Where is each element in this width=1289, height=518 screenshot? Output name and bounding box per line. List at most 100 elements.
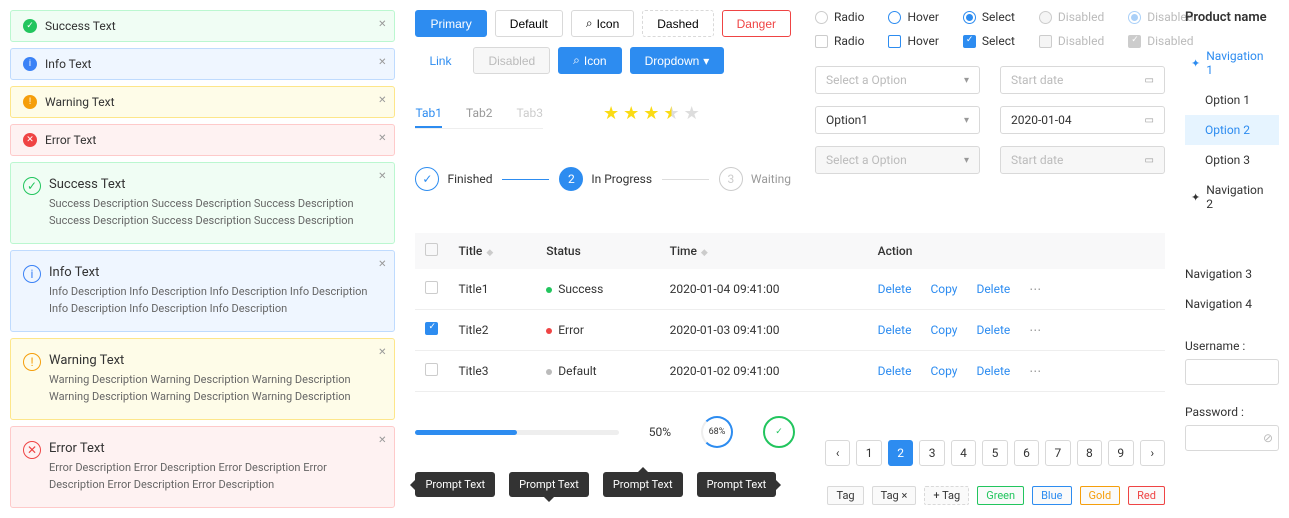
tag-red[interactable]: Red xyxy=(1128,486,1165,505)
copy-link[interactable]: Copy xyxy=(930,323,957,337)
alert-title: Info Text xyxy=(49,265,382,280)
delete-link[interactable]: Delete xyxy=(976,323,1010,337)
tag-add[interactable]: + Tag xyxy=(924,486,969,505)
nav-option-1[interactable]: Option 1 xyxy=(1185,85,1279,115)
col-action: Action xyxy=(868,233,1165,269)
nav-option-3[interactable]: Option 3 xyxy=(1185,145,1279,175)
tab-2[interactable]: Tab2 xyxy=(466,100,493,128)
tag-closable[interactable]: Tag × xyxy=(872,486,917,505)
chevron-down-icon: ▾ xyxy=(703,54,709,68)
page-8[interactable]: 8 xyxy=(1077,440,1102,466)
checkbox-default[interactable]: Radio xyxy=(815,34,864,48)
star-half-icon: ★ xyxy=(663,103,679,124)
eye-off-icon[interactable]: ⊘ xyxy=(1263,431,1273,445)
page-5[interactable]: 5 xyxy=(982,440,1007,466)
sort-icon[interactable]: ◆ xyxy=(486,248,493,258)
close-icon[interactable]: ✕ xyxy=(378,435,386,446)
tag-green[interactable]: Green xyxy=(977,486,1024,505)
alert-info: i Info Text ✕ xyxy=(10,48,395,80)
delete-link[interactable]: Delete xyxy=(878,364,912,378)
page-6[interactable]: 6 xyxy=(1014,440,1039,466)
checkbox-selected[interactable]: Select xyxy=(963,34,1015,48)
delete-link[interactable]: Delete xyxy=(976,364,1010,378)
dropdown-button[interactable]: Dropdown▾ xyxy=(630,47,725,74)
icon-button[interactable]: ⌕Icon xyxy=(571,10,634,37)
sort-icon[interactable]: ◆ xyxy=(701,248,708,258)
delete-link[interactable]: Delete xyxy=(878,323,912,337)
username-input[interactable] xyxy=(1185,359,1279,385)
icon-button-primary[interactable]: ⌕Icon xyxy=(558,47,621,74)
tab-1[interactable]: Tab1 xyxy=(415,100,442,128)
page-next[interactable]: › xyxy=(1140,440,1165,466)
page-3[interactable]: 3 xyxy=(919,440,944,466)
rating[interactable]: ★ ★ ★ ★ ★ xyxy=(603,103,700,124)
pagination: ‹ 123456789 › xyxy=(825,440,1165,466)
checkbox-hover[interactable]: Hover xyxy=(888,34,938,48)
alert-warning: ! Warning Text ✕ xyxy=(10,86,395,118)
more-icon[interactable]: ⋯ xyxy=(1029,323,1043,337)
page-1[interactable]: 1 xyxy=(856,440,881,466)
primary-button[interactable]: Primary xyxy=(415,10,486,37)
date-placeholder[interactable]: Start date▭ xyxy=(1000,66,1165,94)
warning-icon: ! xyxy=(23,95,37,109)
search-icon: ⌕ xyxy=(573,53,580,68)
close-icon[interactable]: ✕ xyxy=(378,57,386,68)
nav-3[interactable]: Navigation 3 xyxy=(1185,259,1279,289)
select-placeholder[interactable]: Select a Option▾ xyxy=(815,66,980,94)
radio-selected[interactable]: Select xyxy=(963,10,1015,24)
calendar-icon: ▭ xyxy=(1145,115,1154,126)
more-icon[interactable]: ⋯ xyxy=(1029,282,1043,296)
tooltip: Prompt Text xyxy=(697,472,777,497)
tag-gold[interactable]: Gold xyxy=(1080,486,1121,505)
cell-time: 2020-01-02 09:41:00 xyxy=(660,351,868,392)
copy-link[interactable]: Copy xyxy=(930,364,957,378)
delete-link[interactable]: Delete xyxy=(878,282,912,296)
alert-text: Error Text xyxy=(45,133,96,147)
date-value[interactable]: 2020-01-04▭ xyxy=(1000,106,1165,134)
close-icon[interactable]: ✕ xyxy=(378,347,386,358)
radio-grid: Radio Hover Select Disabled Disabled Rad… xyxy=(815,10,1165,48)
tab-3: Tab3 xyxy=(516,100,543,128)
tag-blue[interactable]: Blue xyxy=(1032,486,1071,505)
password-label: Password : xyxy=(1185,405,1279,419)
nav-4[interactable]: Navigation 4 xyxy=(1185,289,1279,319)
close-icon[interactable]: ✕ xyxy=(378,171,386,182)
danger-button[interactable]: Danger xyxy=(722,10,791,37)
row-checkbox[interactable] xyxy=(425,322,438,335)
row-checkbox[interactable] xyxy=(425,363,438,376)
radio-hover[interactable]: Hover xyxy=(888,10,938,24)
tag[interactable]: Tag xyxy=(827,486,863,505)
close-icon[interactable]: ✕ xyxy=(378,19,386,30)
close-icon[interactable]: ✕ xyxy=(378,95,386,106)
delete-link[interactable]: Delete xyxy=(976,282,1010,296)
date-disabled: Start date▭ xyxy=(1000,146,1165,174)
star-icon: ★ xyxy=(603,103,619,124)
dashed-button[interactable]: Dashed xyxy=(642,10,713,37)
link-button[interactable]: Link xyxy=(415,47,465,74)
close-icon[interactable]: ✕ xyxy=(378,133,386,144)
nav-2[interactable]: ✦Navigation 2 xyxy=(1185,175,1279,219)
cell-time: 2020-01-03 09:41:00 xyxy=(660,310,868,351)
page-2[interactable]: 2 xyxy=(888,440,913,466)
alert-error-large: ✕ Error Text Error Description Error Des… xyxy=(10,426,395,508)
page-9[interactable]: 9 xyxy=(1108,440,1133,466)
radio-default[interactable]: Radio xyxy=(815,10,864,24)
step-current: 2 In Progress xyxy=(559,167,652,191)
checkbox-all[interactable] xyxy=(425,243,438,256)
row-checkbox[interactable] xyxy=(425,281,438,294)
more-icon[interactable]: ⋯ xyxy=(1029,364,1043,378)
col-status: Status xyxy=(536,233,659,269)
page-7[interactable]: 7 xyxy=(1045,440,1070,466)
nav-option-2[interactable]: Option 2 xyxy=(1185,115,1279,145)
settings-icon: ✦ xyxy=(1191,191,1200,204)
close-icon[interactable]: ✕ xyxy=(378,259,386,270)
cell-status: Success xyxy=(536,269,659,310)
default-button[interactable]: Default xyxy=(495,10,563,37)
copy-link[interactable]: Copy xyxy=(930,282,957,296)
select-value[interactable]: Option1▾ xyxy=(815,106,980,134)
cell-status: Error xyxy=(536,310,659,351)
page-prev[interactable]: ‹ xyxy=(825,440,850,466)
page-4[interactable]: 4 xyxy=(951,440,976,466)
nav-1[interactable]: ✦Navigation 1 xyxy=(1185,41,1279,85)
cell-title: Title1 xyxy=(448,269,536,310)
